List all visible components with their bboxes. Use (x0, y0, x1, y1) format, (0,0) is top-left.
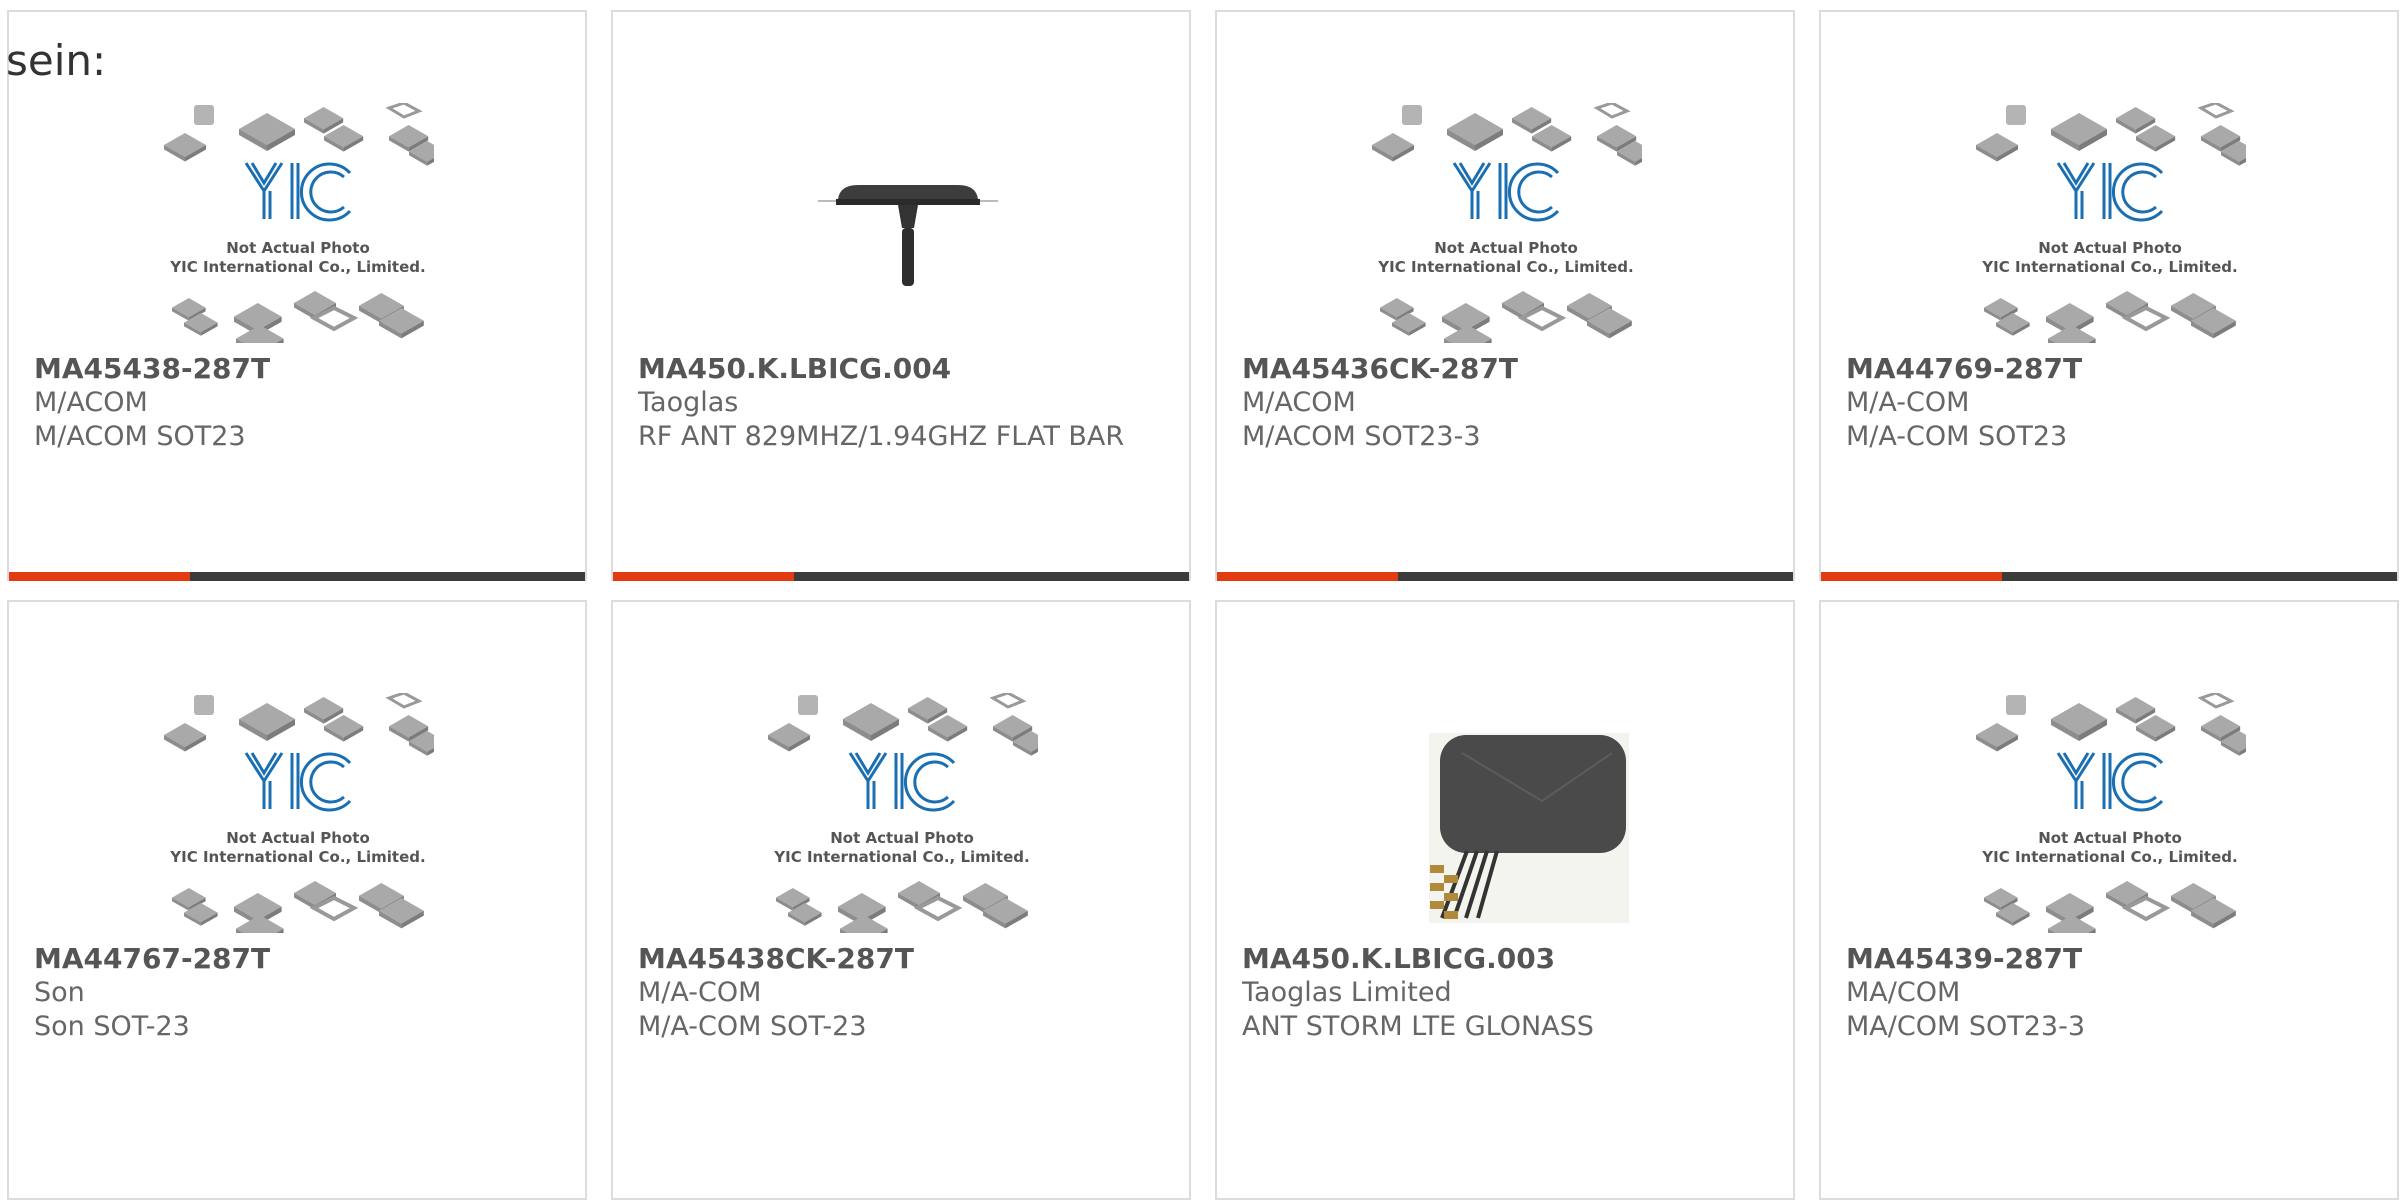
product-grid: MA45438-287T M/ACOM M/ACOM SOT23 MA450.K… (7, 10, 2400, 1200)
manufacturer: M/ACOM (34, 387, 148, 418)
product-card[interactable]: MA450.K.LBICG.004 Taoglas RF ANT 829MHZ/… (611, 10, 1191, 581)
description: M/ACOM SOT23 (34, 421, 246, 452)
product-image[interactable] (1372, 103, 1642, 343)
part-number[interactable]: MA45438CK-287T (638, 942, 1169, 976)
description: M/A-COM SOT23 (1846, 421, 2068, 452)
product-image[interactable] (768, 693, 1038, 933)
part-number[interactable]: MA450.K.LBICG.004 (638, 352, 1169, 386)
product-card[interactable]: MA45439-287T MA/COM MA/COM SOT23-3 (1819, 600, 2399, 1200)
card-accent-bar (9, 572, 585, 581)
manufacturer: M/ACOM (1242, 387, 1356, 418)
manufacturer: Taoglas Limited (1242, 977, 1452, 1008)
part-number[interactable]: MA45438-287T (34, 352, 565, 386)
description: ANT STORM LTE GLONASS (1242, 1011, 1594, 1042)
product-card[interactable]: MA45436CK-287T M/ACOM M/ACOM SOT23-3 (1215, 10, 1795, 581)
intro-text: sein: (6, 36, 107, 85)
product-card[interactable]: MA45438-287T M/ACOM M/ACOM SOT23 (7, 10, 587, 581)
part-number[interactable]: MA450.K.LBICG.003 (1242, 942, 1773, 976)
product-image[interactable] (164, 103, 434, 343)
manufacturer: Taoglas (638, 387, 739, 418)
description: MA/COM SOT23-3 (1846, 1011, 2086, 1042)
description: Son SOT-23 (34, 1011, 190, 1042)
manufacturer: MA/COM (1846, 977, 1961, 1008)
manufacturer: Son (34, 977, 85, 1008)
description: M/A-COM SOT-23 (638, 1011, 867, 1042)
part-number[interactable]: MA44769-287T (1846, 352, 2377, 386)
card-accent-bar (1821, 572, 2397, 581)
manufacturer: M/A-COM (638, 977, 762, 1008)
product-image[interactable] (164, 693, 434, 933)
product-card[interactable]: MA45438CK-287T M/A-COM M/A-COM SOT-23 (611, 600, 1191, 1200)
product-image[interactable] (1372, 693, 1642, 933)
description: M/ACOM SOT23-3 (1242, 421, 1481, 452)
description: RF ANT 829MHZ/1.94GHZ FLAT BAR (638, 421, 1125, 452)
card-accent-bar (613, 572, 1189, 581)
product-image[interactable] (768, 103, 1038, 343)
product-card[interactable]: MA450.K.LBICG.003 Taoglas Limited ANT ST… (1215, 600, 1795, 1200)
product-card[interactable]: MA44767-287T Son Son SOT-23 (7, 600, 587, 1200)
card-accent-bar (1217, 572, 1793, 581)
manufacturer: M/A-COM (1846, 387, 1970, 418)
part-number[interactable]: MA45436CK-287T (1242, 352, 1773, 386)
product-card[interactable]: MA44769-287T M/A-COM M/A-COM SOT23 (1819, 10, 2399, 581)
product-image[interactable] (1976, 693, 2246, 933)
product-image[interactable] (1976, 103, 2246, 343)
part-number[interactable]: MA45439-287T (1846, 942, 2377, 976)
part-number[interactable]: MA44767-287T (34, 942, 565, 976)
